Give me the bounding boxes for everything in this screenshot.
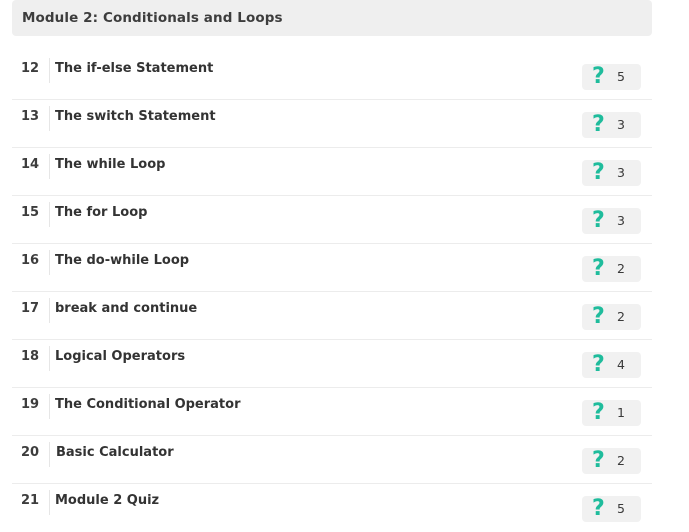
lesson-row[interactable]: 15 The for Loop ? 3 xyxy=(12,196,652,244)
quiz-count: 2 xyxy=(617,261,625,276)
lesson-number: 20 xyxy=(12,442,50,467)
lesson-title[interactable]: Basic Calculator xyxy=(50,445,174,460)
quiz-count: 2 xyxy=(617,309,625,324)
quiz-count-badge[interactable]: ? 2 xyxy=(582,304,641,330)
quiz-count: 5 xyxy=(617,69,625,84)
lesson-row[interactable]: 19 The Conditional Operator ? 1 xyxy=(12,388,652,436)
lesson-title[interactable]: The if-else Statement xyxy=(50,61,213,76)
question-mark-icon: ? xyxy=(592,112,605,137)
lesson-number: 12 xyxy=(12,58,50,83)
module-section: Module 2: Conditionals and Loops 12 The … xyxy=(12,0,652,532)
quiz-count-badge[interactable]: ? 3 xyxy=(582,208,641,234)
quiz-count-badge[interactable]: ? 2 xyxy=(582,256,641,282)
quiz-count: 3 xyxy=(617,165,625,180)
question-mark-icon: ? xyxy=(592,352,605,377)
quiz-count-badge[interactable]: ? 5 xyxy=(582,64,641,90)
quiz-count-badge[interactable]: ? 1 xyxy=(582,400,641,426)
lesson-row[interactable]: 13 The switch Statement ? 3 xyxy=(12,100,652,148)
lesson-row[interactable]: 16 The do-while Loop ? 2 xyxy=(12,244,652,292)
quiz-count-badge[interactable]: ? 3 xyxy=(582,160,641,186)
question-mark-icon: ? xyxy=(592,448,605,473)
lesson-number: 15 xyxy=(12,202,50,227)
question-mark-icon: ? xyxy=(592,304,605,329)
quiz-count-badge[interactable]: ? 4 xyxy=(582,352,641,378)
lesson-title[interactable]: Module 2 Quiz xyxy=(50,493,159,508)
lesson-row[interactable]: 18 Logical Operators ? 4 xyxy=(12,340,652,388)
quiz-count: 2 xyxy=(617,453,625,468)
lesson-number: 14 xyxy=(12,154,50,179)
lesson-title[interactable]: The do-while Loop xyxy=(50,253,189,268)
lesson-list: 12 The if-else Statement ? 5 13 The swit… xyxy=(12,52,652,532)
quiz-count: 1 xyxy=(617,405,625,420)
lesson-title[interactable]: Logical Operators xyxy=(50,349,185,364)
lesson-title[interactable]: The while Loop xyxy=(50,157,165,172)
lesson-title[interactable]: The switch Statement xyxy=(50,109,216,124)
lesson-row[interactable]: 20 Basic Calculator ? 2 xyxy=(12,436,652,484)
question-mark-icon: ? xyxy=(592,208,605,233)
module-title: Module 2: Conditionals and Loops xyxy=(22,10,283,26)
question-mark-icon: ? xyxy=(592,256,605,281)
quiz-count: 5 xyxy=(617,501,625,516)
question-mark-icon: ? xyxy=(592,400,605,425)
lesson-row[interactable]: 14 The while Loop ? 3 xyxy=(12,148,652,196)
quiz-count: 3 xyxy=(617,117,625,132)
lesson-number: 19 xyxy=(12,394,50,419)
module-header[interactable]: Module 2: Conditionals and Loops xyxy=(12,0,652,36)
quiz-count-badge[interactable]: ? 3 xyxy=(582,112,641,138)
lesson-number: 21 xyxy=(12,490,50,515)
quiz-count: 3 xyxy=(617,213,625,228)
lesson-number: 18 xyxy=(12,346,50,371)
question-mark-icon: ? xyxy=(592,496,605,521)
lesson-row[interactable]: 17 break and continue ? 2 xyxy=(12,292,652,340)
lesson-number: 17 xyxy=(12,298,50,323)
quiz-count: 4 xyxy=(617,357,625,372)
question-mark-icon: ? xyxy=(592,160,605,185)
lesson-title[interactable]: break and continue xyxy=(50,301,197,316)
lesson-title[interactable]: The for Loop xyxy=(50,205,147,220)
quiz-count-badge[interactable]: ? 5 xyxy=(582,496,641,522)
lesson-number: 16 xyxy=(12,250,50,275)
lesson-number: 13 xyxy=(12,106,50,131)
quiz-count-badge[interactable]: ? 2 xyxy=(582,448,641,474)
lesson-title[interactable]: The Conditional Operator xyxy=(50,397,240,412)
lesson-row[interactable]: 12 The if-else Statement ? 5 xyxy=(12,52,652,100)
question-mark-icon: ? xyxy=(592,64,605,89)
